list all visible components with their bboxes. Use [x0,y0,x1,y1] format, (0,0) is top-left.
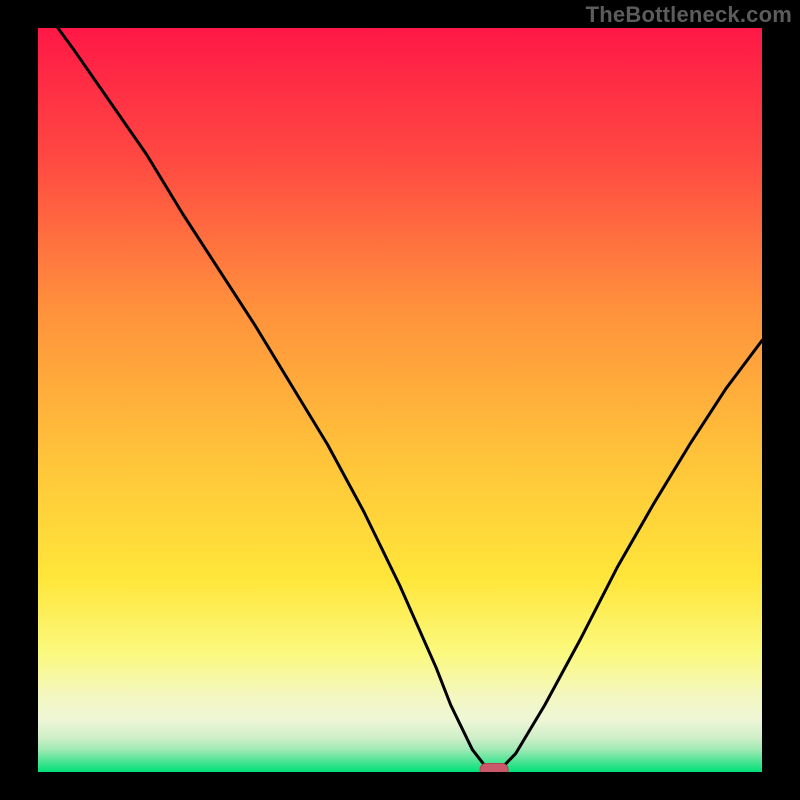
chart-frame: TheBottleneck.com [0,0,800,800]
plot-svg [38,28,762,772]
plot-area [38,28,762,772]
watermark-text: TheBottleneck.com [586,2,792,28]
minimum-marker [480,764,508,773]
gradient-background [38,28,762,772]
